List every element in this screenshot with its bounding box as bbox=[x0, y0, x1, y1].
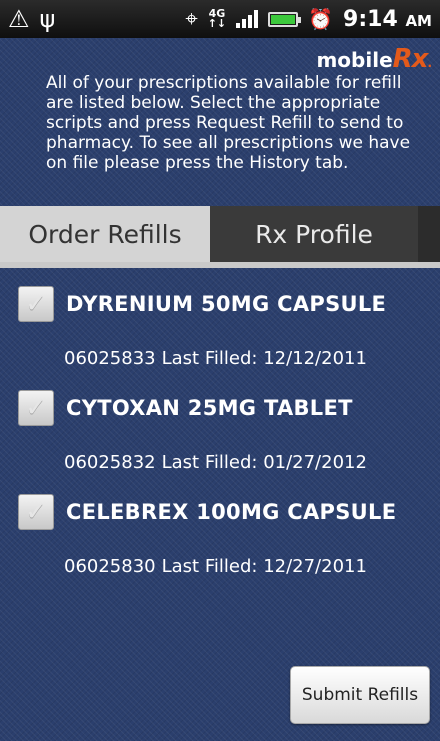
alarm-icon: ⏰ bbox=[308, 7, 334, 31]
prescription-item: ✓ DYRENIUM 50MG CAPSULE 06025833 Last Fil… bbox=[0, 286, 440, 369]
last-filled-label: Last Filled: bbox=[161, 452, 258, 473]
checkmark-icon: ✓ bbox=[25, 497, 47, 527]
prescription-checkbox[interactable]: ✓ bbox=[18, 390, 54, 426]
rx-number: 06025833 bbox=[64, 348, 156, 369]
warning-icon: ⚠ bbox=[8, 5, 30, 33]
prescription-checkbox[interactable]: ✓ bbox=[18, 286, 54, 322]
prescription-detail: 06025830 Last Filled: 12/27/2011 bbox=[64, 556, 440, 577]
checkmark-icon: ✓ bbox=[25, 393, 47, 423]
tab-underline bbox=[0, 262, 440, 268]
submit-refills-button[interactable]: Submit Refills bbox=[290, 666, 430, 724]
main-content: mobileRx. All of your prescriptions avai… bbox=[0, 38, 440, 741]
clock: 9:14 AM bbox=[343, 6, 432, 32]
drug-name: CYTOXAN 25MG TABLET bbox=[66, 396, 353, 420]
prescription-checkbox[interactable]: ✓ bbox=[18, 494, 54, 530]
prescription-item: ✓ CELEBREX 100MG CAPSULE 06025830 Last Fi… bbox=[0, 494, 440, 577]
tab-order-refills[interactable]: Order Refills bbox=[0, 206, 210, 262]
last-filled-label: Last Filled: bbox=[161, 348, 258, 369]
last-filled-label: Last Filled: bbox=[161, 556, 258, 577]
status-bar: ⚠ ψ ⌖ 4G ↑↓ ⏰ 9:14 AM bbox=[0, 0, 440, 38]
prescription-detail: 06025832 Last Filled: 01/27/2012 bbox=[64, 452, 440, 473]
instructions-text: All of your prescriptions available for … bbox=[46, 73, 411, 173]
last-filled-date: 12/27/2011 bbox=[263, 556, 367, 577]
network-4g-icon: 4G ↑↓ bbox=[207, 7, 227, 30]
rx-number: 06025830 bbox=[64, 556, 156, 577]
tab-rx-profile[interactable]: Rx Profile bbox=[210, 206, 440, 262]
app-logo: mobileRx. bbox=[316, 44, 432, 74]
drug-name: DYRENIUM 50MG CAPSULE bbox=[66, 292, 387, 316]
prescription-item: ✓ CYTOXAN 25MG TABLET 06025832 Last Fille… bbox=[0, 390, 440, 473]
usb-icon: ψ bbox=[39, 5, 56, 33]
tab-bar: Order Refills Rx Profile bbox=[0, 206, 440, 262]
last-filled-date: 01/27/2012 bbox=[263, 452, 367, 473]
gps-icon: ⌖ bbox=[185, 6, 198, 32]
battery-icon bbox=[268, 11, 302, 27]
signal-icon bbox=[236, 10, 259, 28]
last-filled-date: 12/12/2011 bbox=[263, 348, 367, 369]
drug-name: CELEBREX 100MG CAPSULE bbox=[66, 500, 397, 524]
rx-number: 06025832 bbox=[64, 452, 156, 473]
checkmark-icon: ✓ bbox=[25, 289, 47, 319]
prescription-detail: 06025833 Last Filled: 12/12/2011 bbox=[64, 348, 440, 369]
